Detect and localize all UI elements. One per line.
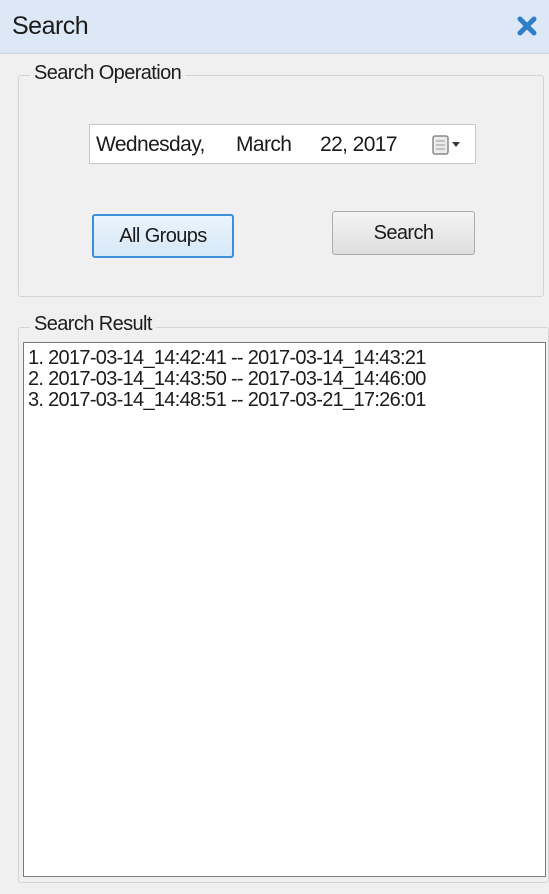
search-panel: Search Search Operation Wednesday, March… <box>0 0 549 894</box>
date-picker-month[interactable]: March <box>236 133 292 157</box>
panel-title: Search <box>12 12 89 40</box>
search-result-label: Search Result <box>30 313 156 336</box>
search-operation-group <box>18 75 544 297</box>
list-item[interactable]: 1. 2017-03-14_14:42:41 -- 2017-03-14_14:… <box>28 348 541 369</box>
panel-titlebar: Search <box>0 0 549 54</box>
date-picker-day[interactable]: Wednesday, <box>96 133 205 157</box>
search-operation-label: Search Operation <box>30 62 186 85</box>
date-picker[interactable]: Wednesday, March 22, 2017 <box>89 124 476 164</box>
search-result-list[interactable]: 1. 2017-03-14_14:42:41 -- 2017-03-14_14:… <box>23 342 546 877</box>
close-button[interactable] <box>513 12 541 40</box>
close-x-icon <box>517 16 537 36</box>
all-groups-button[interactable]: All Groups <box>92 214 234 258</box>
date-picker-dropdown-button[interactable] <box>431 132 467 158</box>
list-item[interactable]: 2. 2017-03-14_14:43:50 -- 2017-03-14_14:… <box>28 369 541 390</box>
search-button[interactable]: Search <box>332 211 475 255</box>
calendar-dropdown-icon <box>432 135 460 155</box>
date-picker-date[interactable]: 22, 2017 <box>320 133 398 157</box>
list-item[interactable]: 3. 2017-03-14_14:48:51 -- 2017-03-21_17:… <box>28 390 541 411</box>
